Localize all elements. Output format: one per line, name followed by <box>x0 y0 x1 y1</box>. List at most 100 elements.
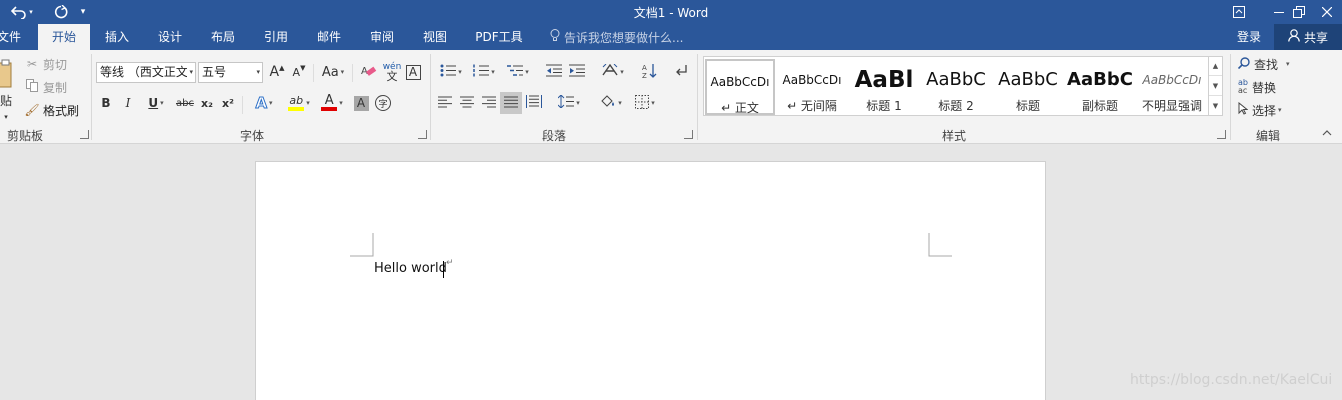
select-button[interactable]: 选择 ▾ <box>1238 100 1296 120</box>
format-painter-button[interactable]: 🖌 格式刷 <box>24 101 79 119</box>
gallery-up-icon[interactable]: ▲ <box>1209 56 1222 76</box>
tab-pdf-tools[interactable]: PDF工具 <box>468 24 530 50</box>
style-sample: AaBl <box>854 67 914 93</box>
paste-button[interactable]: 贴 <box>0 54 16 114</box>
clipboard-group-label: 剪贴板 <box>6 129 43 143</box>
clipboard-launcher-icon[interactable] <box>80 130 89 139</box>
clear-formatting-button[interactable]: A <box>359 62 379 82</box>
replace-button[interactable]: ab ac 替换 <box>1238 77 1288 97</box>
find-button[interactable]: 查找 ▾ <box>1237 54 1296 74</box>
align-center-button[interactable] <box>458 93 476 113</box>
align-right-button[interactable] <box>480 93 498 113</box>
multilevel-list-button[interactable]: ▾ <box>503 62 533 82</box>
strikethrough-button[interactable]: abc <box>174 93 196 113</box>
document-body-text[interactable]: Hello world <box>374 261 447 276</box>
grow-font-button[interactable]: A ▲ <box>268 62 286 82</box>
restore-icon[interactable] <box>1284 0 1314 24</box>
borders-icon <box>635 94 650 112</box>
highlight-button[interactable]: ab ▾ <box>283 93 315 113</box>
close-icon[interactable] <box>1312 0 1342 24</box>
decrease-indent-icon <box>546 64 562 80</box>
character-border-button[interactable]: A <box>404 62 422 82</box>
paragraph-launcher-icon[interactable] <box>684 130 693 139</box>
align-left-icon <box>438 96 452 111</box>
tab-mailings[interactable]: 邮件 <box>306 24 352 50</box>
increase-indent-button[interactable] <box>567 62 587 82</box>
line-spacing-button[interactable]: ▾ <box>554 93 584 113</box>
tab-view[interactable]: 视图 <box>412 24 458 50</box>
borders-button[interactable]: ▾ <box>630 93 660 113</box>
change-case-button[interactable]: Aa ▾ <box>318 62 348 82</box>
style-heading-2[interactable]: AaBbC 标题 2 <box>921 59 991 115</box>
distributed-button[interactable] <box>524 93 544 113</box>
character-shading-button[interactable]: A <box>352 93 370 113</box>
tab-insert[interactable]: 插入 <box>94 24 140 50</box>
bullets-button[interactable]: ▾ <box>436 62 466 82</box>
group-divider <box>1230 54 1231 140</box>
style-subtle-emphasis[interactable]: AaBbCcDı 不明显强调 <box>1137 59 1207 115</box>
style-heading-1[interactable]: AaBl 标题 1 <box>849 59 919 115</box>
paste-dropdown-icon[interactable]: ▾ <box>2 112 10 122</box>
show-hide-marks-button[interactable] <box>671 62 691 82</box>
chevron-down-icon: ▾ <box>1278 106 1282 114</box>
numbering-button[interactable]: ▾ <box>469 62 499 82</box>
login-link[interactable]: 登录 <box>1237 24 1261 50</box>
styles-group-label: 样式 <box>941 129 966 143</box>
group-divider <box>91 54 92 140</box>
bullet-list-icon <box>440 64 457 80</box>
cursor-icon <box>1238 101 1249 118</box>
style-no-spacing[interactable]: AaBbCcDı ↵ 无间隔 <box>777 59 847 115</box>
justify-button[interactable] <box>500 92 522 114</box>
cut-button[interactable]: ✂ 剪切 <box>24 55 67 73</box>
font-name-value: 等线 （西文正文 <box>100 65 188 79</box>
tab-file[interactable]: 文件 <box>0 24 24 50</box>
font-size-combo[interactable]: 五号 ▾ <box>198 62 263 83</box>
sort-button[interactable]: AZ <box>640 62 660 82</box>
tab-design[interactable]: 设计 <box>147 24 193 50</box>
chinese-layout-button[interactable]: ▾ <box>598 62 628 82</box>
italic-button[interactable]: I <box>121 93 135 113</box>
line-spacing-icon <box>557 94 575 111</box>
font-launcher-icon[interactable] <box>418 130 427 139</box>
style-sample: AaBbC <box>926 69 986 90</box>
tab-references[interactable]: 引用 <box>253 24 299 50</box>
styles-launcher-icon[interactable] <box>1217 130 1226 139</box>
down-arrow-icon: ▼ <box>300 64 306 72</box>
style-normal[interactable]: AaBbCcDı ↵ 正文 <box>705 59 775 115</box>
scissors-icon: ✂ <box>26 57 38 71</box>
ribbon-display-options-icon[interactable] <box>1224 0 1254 24</box>
document-page[interactable] <box>255 161 1046 400</box>
collapse-ribbon-icon[interactable] <box>1320 126 1334 140</box>
font-name-combo[interactable]: 等线 （西文正文 ▾ <box>96 62 196 83</box>
watermark: https://blog.csdn.net/KaelCui <box>1130 372 1333 388</box>
styles-gallery: AaBbCcDı ↵ 正文 AaBbCcDı ↵ 无间隔 AaBl 标题 1 A… <box>703 56 1223 116</box>
font-color-swatch <box>321 107 338 111</box>
style-title[interactable]: AaBbC 标题 <box>993 59 1063 115</box>
copy-button[interactable]: 复制 <box>24 78 67 96</box>
subscript-button[interactable]: x₂ <box>199 93 215 113</box>
shrink-font-button[interactable]: A ▼ <box>290 62 308 82</box>
tab-layout[interactable]: 布局 <box>200 24 246 50</box>
shading-button[interactable]: ▾ <box>596 93 626 113</box>
phonetic-guide-button[interactable]: wén 文 <box>382 60 402 84</box>
underline-button[interactable]: U ▾ <box>143 93 169 113</box>
chevron-down-icon: ▾ <box>491 68 495 76</box>
style-subtitle[interactable]: AaBbC 副标题 <box>1065 59 1135 115</box>
enclose-characters-button[interactable]: 字 <box>374 93 392 113</box>
superscript-button[interactable]: x² <box>220 93 236 113</box>
pilcrow-icon <box>674 64 688 81</box>
text-effects-button[interactable]: A ▾ <box>250 93 278 113</box>
tell-me-search[interactable]: 告诉我您想要做什么... <box>550 24 683 50</box>
gallery-more-icon[interactable]: ▼ <box>1209 96 1222 116</box>
font-color-icon: A <box>324 93 334 108</box>
decrease-indent-button[interactable] <box>544 62 564 82</box>
bold-button[interactable]: B <box>99 93 113 113</box>
tab-home[interactable]: 开始 <box>38 24 90 50</box>
share-button[interactable]: 共享 <box>1274 24 1342 50</box>
font-color-button[interactable]: A ▾ <box>317 93 347 113</box>
tab-review[interactable]: 审阅 <box>359 24 405 50</box>
editing-group-label: 编辑 <box>1255 129 1280 143</box>
align-left-button[interactable] <box>436 93 454 113</box>
gallery-down-icon[interactable]: ▼ <box>1209 76 1222 96</box>
clipboard-icon <box>0 59 13 92</box>
